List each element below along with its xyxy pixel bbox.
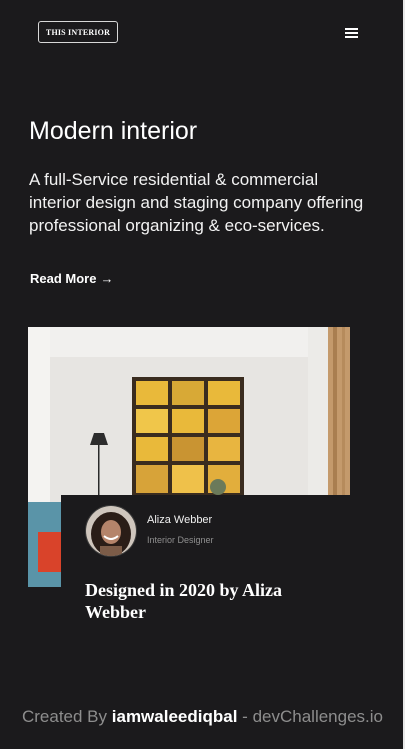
footer: Created By iamwaleediqbal - devChallenge…	[0, 707, 405, 727]
author-name: Aliza Webber	[147, 514, 213, 526]
footer-prefix: Created By	[21, 707, 108, 726]
read-more-link[interactable]: Read More →	[30, 271, 113, 286]
arrow-right-icon: →	[100, 271, 114, 286]
footer-separator: -	[242, 707, 248, 726]
author-card: Aliza Webber Interior Designer Designed …	[61, 495, 350, 660]
hero-description: A full-Service residential & commercial …	[29, 170, 364, 235]
avatar-portrait	[86, 506, 136, 556]
read-more-label: Read More	[30, 271, 97, 286]
author-role: Interior Designer	[147, 535, 214, 545]
logo[interactable]: THIS INTERIOR	[38, 21, 118, 43]
hamburger-menu-icon[interactable]	[345, 28, 358, 38]
card-title: Designed in 2020 by Aliza Webber	[85, 580, 283, 622]
footer-author-link[interactable]: iamwaleediqbal	[112, 707, 238, 726]
footer-site-link[interactable]: devChallenges.io	[253, 707, 383, 726]
author-avatar	[85, 505, 137, 557]
hero-title: Modern interior	[29, 117, 198, 145]
